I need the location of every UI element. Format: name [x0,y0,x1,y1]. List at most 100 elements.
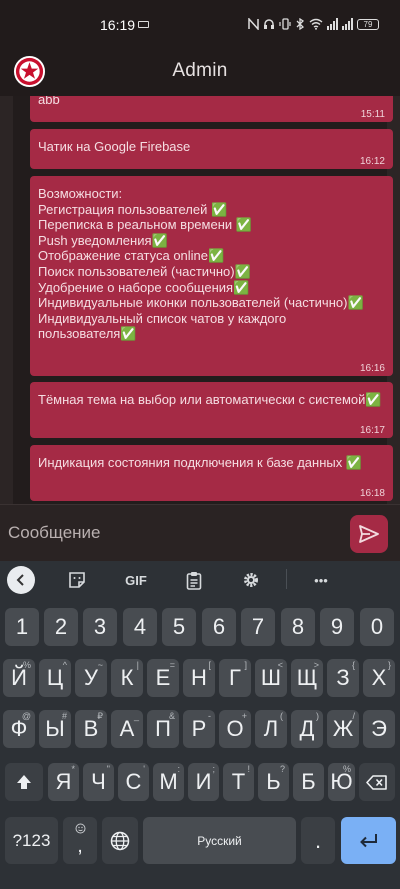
key[interactable]: 8 [281,608,315,646]
key-hint: _ [133,711,139,721]
emoji-comma-key[interactable]: , [63,817,97,864]
key-hint: ] [244,660,247,670]
key[interactable]: Е = [147,659,179,697]
bluetooth-icon [296,18,305,30]
message-bubble[interactable]: abb 15:11 [30,96,393,122]
settings-button[interactable] [238,567,264,593]
key-hint: ₽ [97,711,103,721]
key[interactable]: Я * [48,763,79,801]
gif-button[interactable]: GIF [120,567,152,593]
key-hint: " [106,764,110,774]
key-hint: > [313,660,319,670]
status-icons: 79 [248,14,379,34]
key-hint: + [241,711,247,721]
message-list[interactable]: abb 15:11 Чатик на Google Firebase 16:12… [0,96,400,504]
smiley-icon [75,823,85,834]
wifi-icon [309,18,323,30]
signal-icon-1 [327,18,338,30]
key[interactable]: Т! [223,763,254,801]
key[interactable]: Ю% [328,763,355,801]
key[interactable]: Ч " [83,763,114,801]
message-bubble[interactable]: Чатик на Google Firebase 16:12 [30,129,393,169]
status-time: 16:19 [100,17,136,33]
message-bubble[interactable]: Индикация состояния подключения к базе д… [30,445,393,501]
key[interactable]: 1 [5,608,39,646]
message-input[interactable] [0,513,330,553]
key-hint: < [277,660,283,670]
key-hint: ? [279,764,285,774]
key-label: Ж [332,716,354,741]
key[interactable]: 0 [360,608,394,646]
shift-key[interactable] [5,763,43,801]
key[interactable]: Ы # [39,710,71,748]
key[interactable]: К | [111,659,143,697]
more-button[interactable]: ••• [306,567,336,593]
key[interactable]: Ь? [258,763,289,801]
key[interactable]: П & [147,710,179,748]
key[interactable]: А _ [111,710,143,748]
key[interactable]: Щ > [291,659,323,697]
backspace-icon [366,774,387,790]
key-hint: / [352,711,355,721]
message-bubble[interactable]: Возможности: Регистрация пользователей ✅… [30,176,393,376]
key[interactable]: 9 [320,608,354,646]
message-text: Тёмная тема на выбор или автоматически с… [38,392,382,407]
key[interactable]: О + [219,710,251,748]
key[interactable]: С ' [118,763,149,801]
key-hint: ~ [97,660,103,670]
send-button[interactable] [350,515,388,553]
key[interactable]: 2 [44,608,78,646]
symbols-key[interactable]: ?123 [5,817,58,864]
key[interactable]: 5 [162,608,196,646]
chat-title: Admin [172,60,228,81]
keyboard-back-button[interactable] [7,566,35,594]
nfc-icon [248,18,259,30]
key[interactable]: 6 [202,608,236,646]
key[interactable]: Г] [219,659,251,697]
message-bubble[interactable]: Тёмная тема на выбор или автоматически с… [30,382,393,438]
key[interactable]: Р- [183,710,215,748]
key[interactable]: М: [153,763,184,801]
backspace-key[interactable] [359,763,395,801]
sticker-button[interactable] [64,567,90,593]
key[interactable]: У ~ [75,659,107,697]
space-key[interactable]: Русский [143,817,296,864]
key-hint: & [168,711,175,721]
key[interactable]: Х} [363,659,395,697]
enter-key[interactable] [341,817,396,864]
message-text: Чатик на Google Firebase [38,139,191,154]
key[interactable]: З{ [327,659,359,697]
key-label: Ц [46,665,64,690]
key-label: Н [191,665,207,690]
key[interactable]: Ж / [327,710,359,748]
globe-icon [110,831,130,850]
key-hint: { [351,660,355,670]
clipboard-icon [186,571,202,590]
key[interactable]: Ф @ [3,710,35,748]
key-label: С [125,769,142,794]
keyboard: GIF ••• 1 2 3 4 5 6 7 8 9 0 Й% Ц ^ У ~ К | … [0,561,400,889]
status-bar: 16:19 79 [0,0,400,48]
key[interactable]: Л( [255,710,287,748]
period-key[interactable]: . [301,817,335,864]
key-label: М [159,769,178,794]
key[interactable]: Й% [3,659,35,697]
key[interactable]: Э [363,710,395,748]
notification-icon [138,21,149,28]
key-hint: - [208,711,211,721]
key-label: У [84,665,98,690]
key[interactable]: Ш < [255,659,287,697]
key[interactable]: Ц ^ [39,659,71,697]
key[interactable]: 4 [123,608,157,646]
key[interactable]: 7 [241,608,275,646]
clipboard-button[interactable] [181,567,207,593]
key[interactable]: Б [293,763,324,801]
key-hint: % [342,764,351,774]
key[interactable]: 3 [83,608,117,646]
key[interactable]: В ₽ [75,710,107,748]
key[interactable]: И; [188,763,219,801]
key[interactable]: Д) [291,710,323,748]
key[interactable]: Н[ [183,659,215,697]
key-label: А [119,716,135,741]
language-key[interactable] [102,817,138,864]
